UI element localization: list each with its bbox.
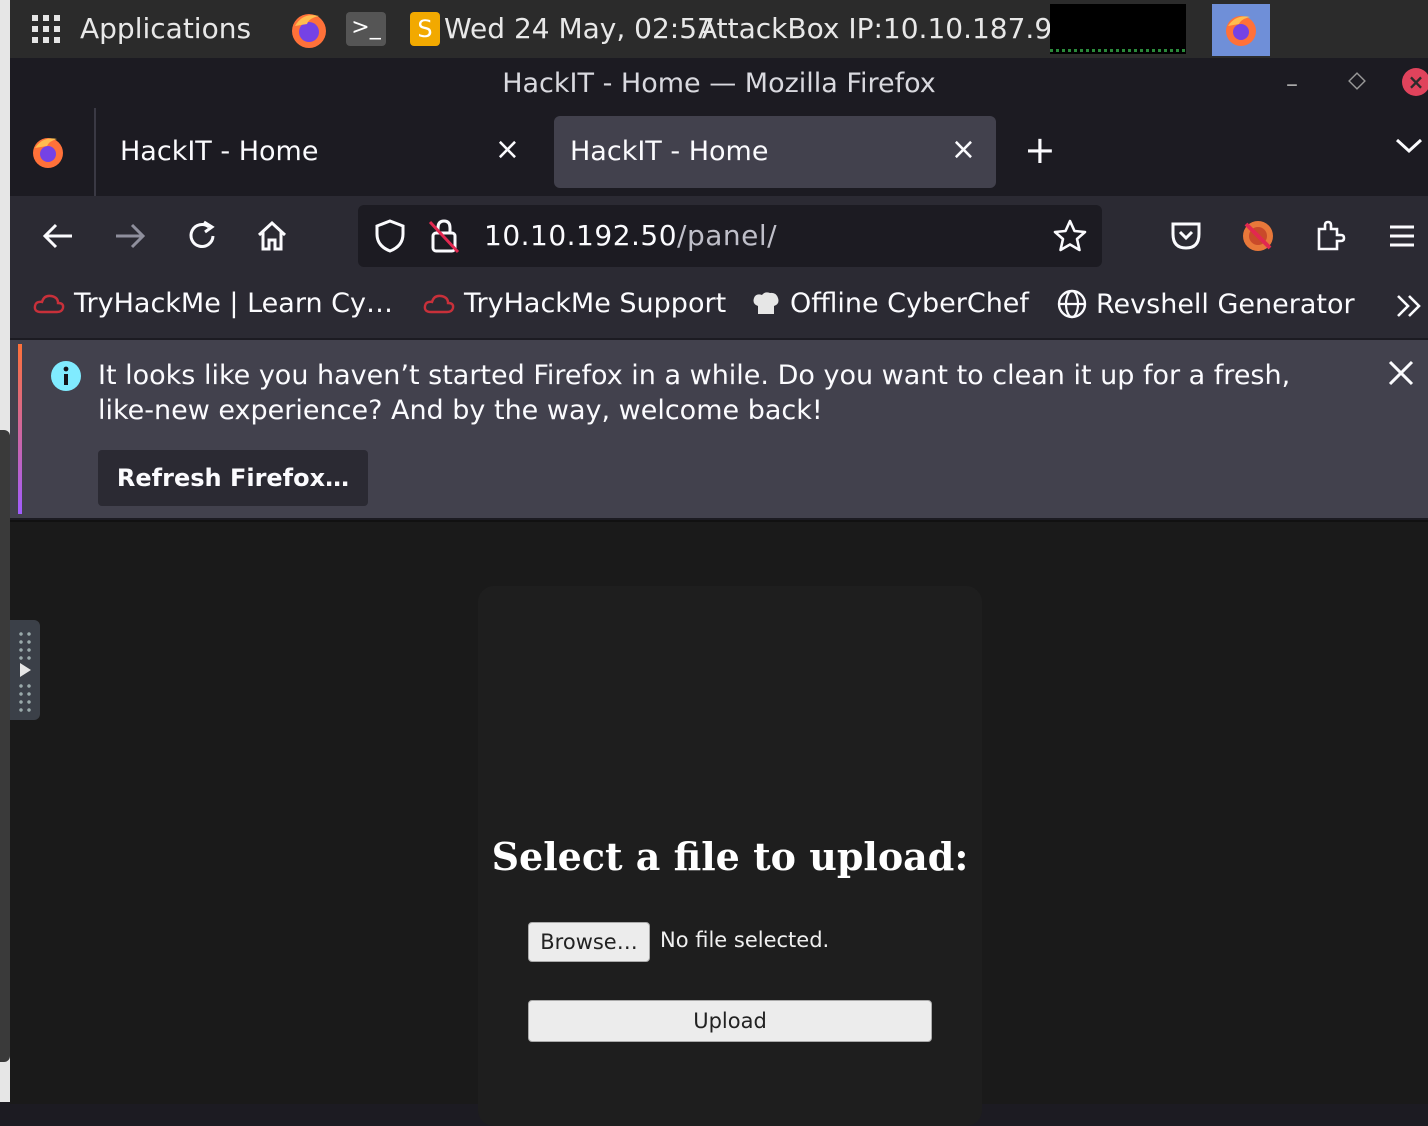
bookmarks-toolbar: TryHackMe | Learn Cy… TryHackMe Support … [10, 278, 1428, 338]
cloud-icon [423, 294, 455, 313]
close-tab-icon[interactable]: × [951, 132, 976, 167]
notification-accent-stripe [18, 344, 22, 514]
side-panel-handle[interactable] [10, 620, 40, 720]
page-content: Select a file to upload: Browse… No file… [10, 520, 1428, 1126]
tab-label: HackIT - Home [570, 136, 769, 167]
app-menu-hamburger-icon[interactable] [1380, 214, 1424, 258]
minimize-button[interactable]: – [1286, 70, 1298, 98]
bookmark-label: TryHackMe Support [464, 288, 727, 319]
bookmark-revshell-generator[interactable]: Revshell Generator [1056, 288, 1355, 320]
firefox-launcher-icon[interactable] [285, 10, 331, 54]
bookmark-offline-cyberchef[interactable]: Offline CyberChef [750, 288, 1029, 319]
system-monitor-graph [1050, 4, 1186, 54]
clock[interactable]: Wed 24 May, 02:57 [444, 12, 715, 45]
window-title: HackIT - Home — Mozilla Firefox [502, 68, 936, 99]
upload-heading: Select a file to upload: [491, 834, 969, 879]
attackbox-ip: AttackBox IP:10.10.187.95 [698, 12, 1070, 45]
screen-edge-shadow [0, 430, 10, 1062]
home-icon[interactable] [250, 214, 294, 258]
notification-message: It looks like you haven’t started Firefo… [98, 360, 1291, 426]
url-path: /panel/ [677, 219, 778, 252]
url-host: 10.10.192.50 [484, 219, 678, 252]
app-grid-icon[interactable] [32, 15, 60, 43]
globe-icon [1057, 289, 1087, 319]
refresh-firefox-button[interactable]: Refresh Firefox… [98, 450, 368, 506]
bookmark-star-icon[interactable] [1052, 218, 1088, 258]
window-title-bar: HackIT - Home — Mozilla Firefox – × [10, 58, 1428, 108]
chef-hat-icon [753, 291, 779, 314]
play-arrow-icon [20, 663, 31, 677]
tab-hackit-home-2[interactable]: HackIT - Home × [554, 116, 996, 188]
system-top-panel: Applications >_ S Wed 24 May, 02:57 Atta… [10, 0, 1428, 58]
url-text[interactable]: 10.10.192.50/panel/ [484, 219, 777, 252]
taskbar-firefox-window[interactable] [1212, 4, 1270, 56]
refresh-firefox-notification: It looks like you haven’t started Firefo… [10, 340, 1428, 518]
cloud-icon [33, 294, 65, 313]
firefox-icon [1226, 16, 1256, 46]
firefox-view-icon[interactable] [28, 132, 68, 176]
terminal-icon[interactable]: >_ [346, 12, 386, 46]
navigation-toolbar: 10.10.192.50/panel/ [10, 196, 1428, 278]
forward-icon[interactable] [108, 214, 152, 258]
list-all-tabs-icon[interactable] [1394, 136, 1424, 160]
back-icon[interactable] [36, 214, 80, 258]
new-tab-button[interactable]: + [1024, 128, 1056, 172]
browse-button[interactable]: Browse… [528, 922, 650, 962]
upload-card: Select a file to upload: Browse… No file… [478, 586, 982, 1126]
tab-separator [94, 108, 96, 196]
upload-button[interactable]: Upload [528, 1000, 932, 1042]
extensions-puzzle-icon[interactable] [1308, 214, 1352, 258]
grip-dots [17, 682, 33, 712]
grip-dots [17, 630, 33, 660]
applications-menu[interactable]: Applications [80, 12, 251, 45]
tab-hackit-home-1[interactable]: HackIT - Home × [104, 116, 540, 188]
close-notification-icon[interactable] [1386, 358, 1416, 392]
sublime-text-icon[interactable]: S [410, 12, 440, 46]
close-tab-icon[interactable]: × [495, 132, 520, 167]
pocket-icon[interactable] [1164, 214, 1208, 258]
url-bar[interactable]: 10.10.192.50/panel/ [358, 205, 1102, 267]
bookmark-tryhackme-learn[interactable]: TryHackMe | Learn Cy… [32, 288, 393, 319]
tab-label: HackIT - Home [120, 136, 319, 167]
bookmark-label: TryHackMe | Learn Cy… [74, 288, 393, 319]
info-icon [50, 360, 82, 396]
bookmark-label: Offline CyberChef [790, 288, 1029, 319]
insecure-lock-icon[interactable] [428, 218, 460, 258]
bookmark-tryhackme-support[interactable]: TryHackMe Support [422, 288, 726, 319]
more-bookmarks-chevron-icon[interactable] [1394, 292, 1424, 324]
reload-icon[interactable] [180, 214, 224, 258]
tab-strip: HackIT - Home × HackIT - Home × + [10, 108, 1428, 196]
bookmark-label: Revshell Generator [1096, 288, 1355, 320]
file-status-text: No file selected. [660, 928, 830, 952]
foxyproxy-extension-icon[interactable] [1236, 214, 1280, 258]
tracking-protection-shield-icon[interactable] [374, 219, 406, 257]
close-window-button[interactable]: × [1402, 68, 1428, 96]
